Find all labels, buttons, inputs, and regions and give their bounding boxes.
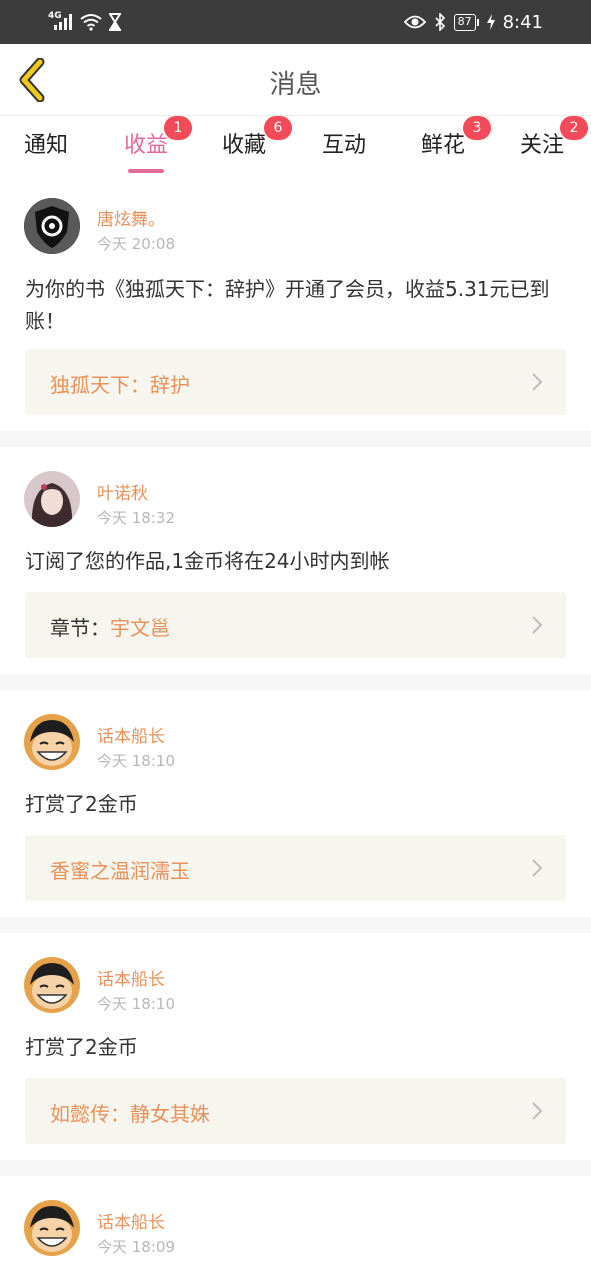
- message-text: 打赏了2金币: [25, 792, 138, 816]
- message-text: 订阅了您的作品,1金币将在24小时内到帐: [25, 549, 390, 573]
- battery-icon: 87: [453, 13, 479, 31]
- book-link[interactable]: 独孤天下：辞护: [25, 349, 566, 415]
- card-divider: [0, 917, 591, 933]
- tab-favorites[interactable]: 收藏 6: [222, 116, 292, 159]
- header-bar: 消息: [0, 44, 591, 116]
- card-divider: [0, 1160, 591, 1176]
- tab-notifications[interactable]: 通知: [24, 127, 68, 159]
- user-name[interactable]: 话本船长: [97, 965, 165, 990]
- message-time: 今天 18:10: [97, 752, 175, 770]
- message-card: 话本船长 今天 18:10 打赏了2金币 如懿传：静女其姝: [0, 933, 591, 1159]
- card-divider: [0, 431, 591, 447]
- tab-label: 关注: [520, 133, 565, 158]
- link-text: 如懿传：静女其姝: [50, 1098, 210, 1127]
- page-title: 消息: [269, 70, 322, 100]
- user-name[interactable]: 话本船长: [97, 1208, 165, 1233]
- tab-badge: 1: [164, 116, 192, 140]
- message-text: 为你的书《独孤天下：辞护》开通了会员，收益5.31元已到账！: [25, 277, 550, 333]
- user-name[interactable]: 话本船长: [97, 722, 165, 747]
- message-time: 今天 18:09: [97, 1238, 175, 1256]
- tab-label: 互动: [322, 133, 367, 158]
- message-time: 今天 20:08: [97, 235, 175, 253]
- status-right: 87 8:41: [403, 10, 543, 34]
- tab-bar: 通知 收益 1 收藏 6 互动 鲜花 3 关注 2: [0, 116, 591, 177]
- message-time: 今天 18:32: [97, 509, 175, 527]
- status-bar: 4G 87 8:41: [0, 0, 591, 44]
- tab-badge: 6: [264, 116, 292, 140]
- book-link[interactable]: 如懿传：静女其姝: [25, 1078, 566, 1144]
- cartoon-avatar[interactable]: [24, 714, 80, 770]
- eye-icon: [403, 15, 426, 29]
- tab-label: 鲜花: [421, 133, 466, 158]
- chevron-right-icon: [532, 1102, 543, 1120]
- user-name[interactable]: 叶诺秋: [97, 479, 148, 504]
- link-title: 如懿传：静女其姝: [50, 1102, 210, 1126]
- link-title: 独孤天下：辞护: [50, 373, 190, 397]
- cartoon-avatar[interactable]: [24, 1200, 80, 1256]
- bluetooth-icon: [435, 13, 445, 31]
- shield-avatar[interactable]: [24, 198, 80, 254]
- clock: 8:41: [502, 11, 543, 33]
- tab-badge: 3: [463, 116, 491, 140]
- link-text: 香蜜之温润濡玉: [50, 855, 190, 884]
- tab-follows[interactable]: 关注 2: [520, 116, 588, 159]
- hourglass-icon: [109, 13, 121, 31]
- wifi-icon: [80, 14, 102, 31]
- link-title: 宇文邕: [110, 616, 170, 640]
- cell-signal-icon: 4G: [48, 11, 74, 32]
- cartoon-avatar[interactable]: [24, 957, 80, 1013]
- message-time: 今天 18:10: [97, 995, 175, 1013]
- message-card: 唐炫舞。 今天 20:08 为你的书《独孤天下：辞护》开通了会员，收益5.31元…: [0, 178, 591, 430]
- tab-label: 收益: [124, 133, 169, 158]
- battery-level: 87: [453, 13, 476, 31]
- tab-label: 通知: [24, 133, 69, 158]
- charging-icon: [486, 14, 495, 30]
- message-card: 话本船长 今天 18:09: [0, 1176, 591, 1280]
- message-card: 叶诺秋 今天 18:32 订阅了您的作品,1金币将在24小时内到帐 章节：宇文邕: [0, 447, 591, 673]
- chevron-right-icon: [532, 859, 543, 877]
- girl-avatar[interactable]: [24, 471, 80, 527]
- status-left: 4G: [48, 10, 122, 34]
- link-prefix: 章节：: [50, 616, 110, 640]
- book-link[interactable]: 香蜜之温润濡玉: [25, 835, 566, 901]
- chevron-right-icon: [532, 616, 543, 634]
- chevron-right-icon: [532, 373, 543, 391]
- link-title: 香蜜之温润濡玉: [50, 859, 190, 883]
- active-tab-indicator: [128, 169, 165, 173]
- message-text: 打赏了2金币: [25, 1035, 138, 1059]
- tab-interactions[interactable]: 互动: [322, 127, 366, 159]
- user-name[interactable]: 唐炫舞。: [97, 205, 165, 230]
- link-text: 独孤天下：辞护: [50, 369, 190, 398]
- tab-earnings[interactable]: 收益 1: [124, 116, 192, 173]
- card-divider: [0, 674, 591, 690]
- link-text: 章节：宇文邕: [50, 612, 170, 641]
- chapter-link[interactable]: 章节：宇文邕: [25, 592, 566, 658]
- tab-badge: 2: [560, 116, 588, 140]
- tab-flowers[interactable]: 鲜花 3: [421, 116, 491, 159]
- message-card: 话本船长 今天 18:10 打赏了2金币 香蜜之温润濡玉: [0, 690, 591, 916]
- tab-label: 收藏: [222, 133, 267, 158]
